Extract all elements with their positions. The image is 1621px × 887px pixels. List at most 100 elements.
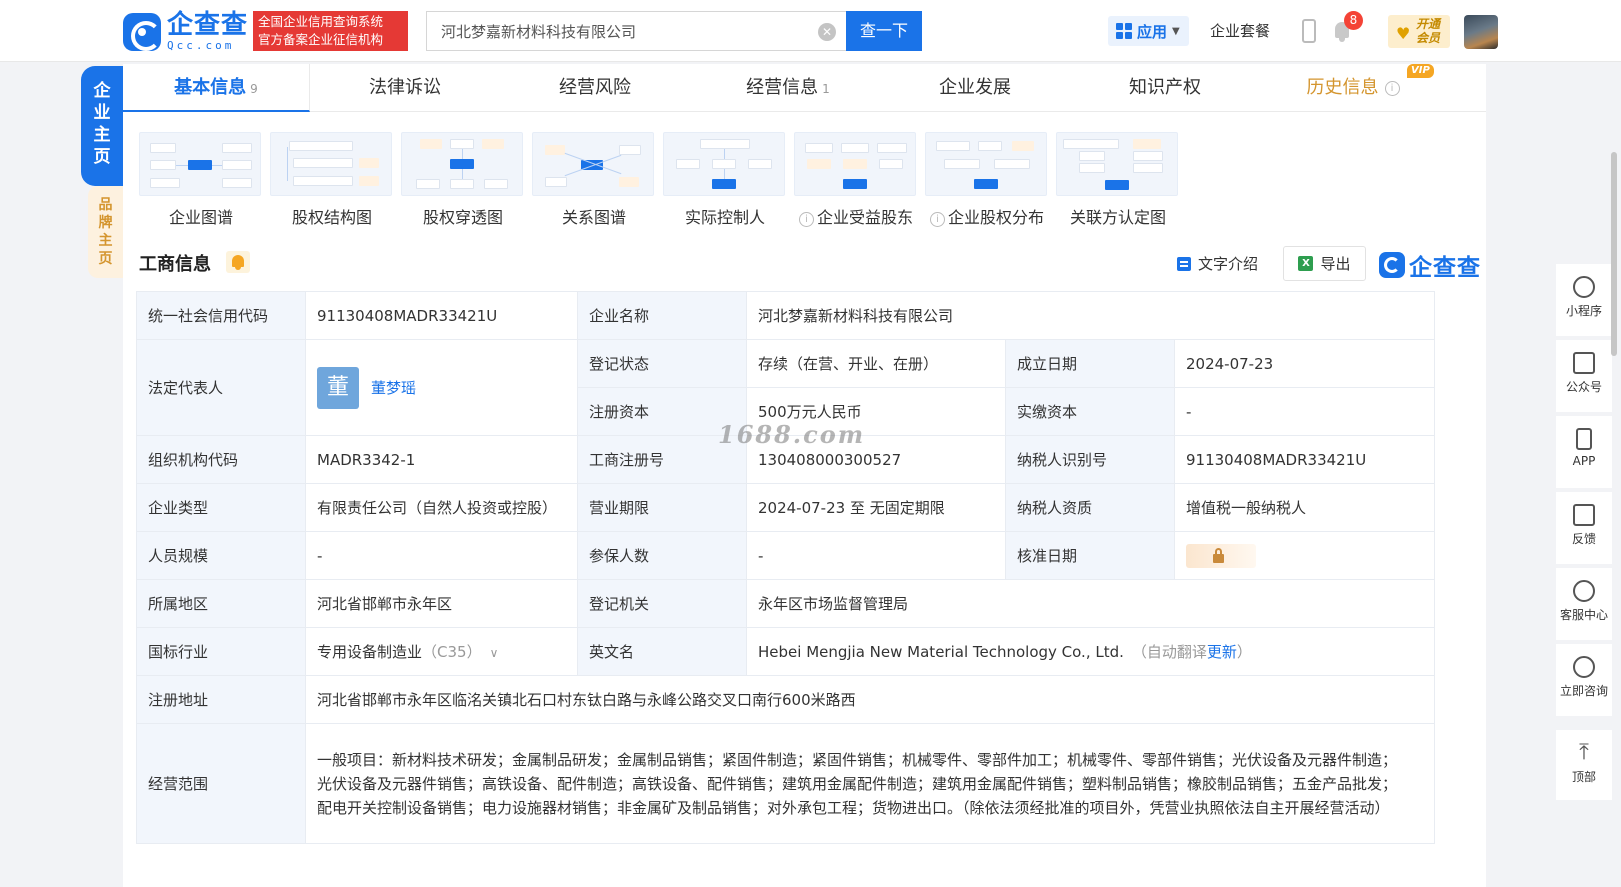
lock-icon[interactable] [1186,543,1256,568]
tab-litigation[interactable]: 法律诉讼 [343,64,467,112]
industry-value[interactable]: 专用设备制造业（C35） ∨ [305,627,578,676]
company-name-label: 企业名称 [577,291,747,340]
approve-date-value [1174,531,1435,580]
customer-service-button[interactable]: 客服中心 [1556,568,1612,640]
tab-count: 9 [250,82,258,96]
enterprise-suite-link[interactable]: 企业套餐 [1210,20,1270,41]
staff-label: 人员规模 [136,531,306,580]
graph-equity-distribution[interactable]: i 企业股权分布 [925,132,1049,228]
consult-button[interactable]: 立即咨询 [1556,644,1612,716]
graph-label: 企业图谱 [168,208,233,227]
slogan-line-1: 全国企业信用查询系统 [258,14,384,29]
logo-icon [123,12,161,51]
mobile-icon [1576,428,1592,450]
legal-rep-avatar[interactable]: 董 [317,366,359,409]
tab-char: 品 [98,197,113,213]
scope-line: 配电开关控制设备销售；电力设施器材销售；非金属矿及制品销售；对外承包工程；货物进… [317,798,1390,817]
search-input[interactable] [427,12,787,50]
tab-operation-info[interactable]: 经营信息 1 [718,64,858,112]
graph-label: 企业受益股东 [816,208,913,227]
region-label: 所属地区 [136,579,306,628]
address-value: 河北省邯郸市永年区临洺关镇北石口村东钛白路与永峰公路交叉口南行600米路西 [305,675,1435,724]
site-logo[interactable]: 企查查 Qcc.com [123,12,248,51]
export-label: 导出 [1320,255,1351,273]
tax-qual-label: 纳税人资质 [1005,483,1175,532]
graph-label-wrap: i 企业股权分布 [925,204,1049,228]
update-translation-link[interactable]: 更新 [1207,643,1237,661]
graph-thumbnail [1056,132,1178,196]
term-label: 营业期限 [577,483,747,532]
slogan-line-2: 官方备案企业征信机构 [258,32,384,47]
credit-code-label: 统一社会信用代码 [136,291,306,340]
graph-equity-structure[interactable]: 股权结构图 [270,132,394,228]
company-name-value: 河北梦嘉新材料科技有限公司 [746,291,1435,340]
industry-text: 专用设备制造业 [317,643,423,661]
legal-rep-link[interactable]: 董梦瑶 [371,377,416,398]
apps-menu-button[interactable]: 应用 ▼ [1108,16,1189,46]
tab-ip[interactable]: 知识产权 [1103,64,1227,112]
mini-program-button[interactable]: 小程序 [1556,264,1612,336]
back-to-top-button[interactable]: ⤒ 顶部 [1556,730,1612,800]
industry-code: （C35） [422,643,482,661]
search-button[interactable]: 查一下 [846,11,922,51]
graph-enterprise[interactable]: 企业图谱 [139,132,263,228]
brand-home-tab[interactable]: 品 牌 主 页 [88,186,123,278]
credit-slogan-badge: 全国企业信用查询系统 官方备案企业征信机构 [253,11,408,51]
section-brand-logo: 企查查 [1379,248,1481,282]
text-intro-button[interactable]: 文字介绍 [1177,253,1258,274]
feedback-button[interactable]: 反馈 [1556,492,1612,564]
business-info-table: 统一社会信用代码 91130408MADR33421U 企业名称 河北梦嘉新材料… [136,291,1435,844]
tab-label: 历史信息 [1306,77,1379,98]
section-title: 工商信息 [139,254,211,275]
tab-label: 经营风险 [559,77,631,98]
user-avatar[interactable] [1464,15,1498,49]
address-label: 注册地址 [136,675,306,724]
graph-label: 股权结构图 [291,208,372,227]
info-tabs: 基本信息 9 法律诉讼 经营风险 经营信息 1 企业发展 知识产权 历史信息 i VI… [123,64,1486,112]
tab-business-risk[interactable]: 经营风险 [533,64,657,112]
en-note-suffix: ） [1236,643,1252,661]
page-scrollbar[interactable] [1611,152,1617,356]
official-account-button[interactable]: 公众号 [1556,340,1612,412]
tab-char: 企 [93,81,111,101]
graph-relationship[interactable]: 关系图谱 [532,132,656,228]
headset-icon [1573,580,1595,602]
graph-actual-controller[interactable]: 实际控制人 [663,132,787,228]
graph-label: 实际控制人 [684,208,765,227]
open-vip-button[interactable]: ♥ 开通 会员 [1388,15,1450,48]
export-button[interactable]: X 导出 [1283,246,1366,281]
tab-history[interactable]: 历史信息 i [1283,64,1423,112]
credit-code-value: 91130408MADR33421U [305,291,578,340]
company-type-value: 有限责任公司（自然人投资或控股） [305,483,578,532]
tab-basic-info[interactable]: 基本信息 9 [123,64,310,112]
graph-beneficial-owners[interactable]: i 企业受益股东 [794,132,918,228]
apps-grid-icon [1116,23,1132,39]
vip-heart-icon: ♥ [1396,24,1411,43]
graph-related-party[interactable]: 关联方认定图 [1056,132,1180,228]
side-tool-label: 顶部 [1571,770,1596,784]
en-note-prefix: （自动翻译 [1131,643,1207,661]
mobile-icon[interactable] [1302,19,1316,43]
document-icon [1177,256,1191,271]
graph-label-wrap: i 企业受益股东 [794,204,918,228]
chat-icon [1573,656,1595,678]
subscribe-bell-icon[interactable] [226,251,250,273]
app-button[interactable]: APP [1556,416,1612,488]
company-home-tab[interactable]: 企 业 主 页 [81,66,123,186]
tab-development[interactable]: 企业发展 [913,64,1037,112]
graph-thumbnail [925,132,1047,196]
insured-value: - [746,531,1006,580]
taxpayer-id-value: 91130408MADR33421U [1174,435,1435,484]
en-name-value: Hebei Mengjia New Material Technology Co… [746,627,1435,676]
taxpayer-id-label: 纳税人识别号 [1005,435,1175,484]
tab-label: 经营信息 [746,77,819,98]
tab-label: 知识产权 [1129,77,1201,98]
graph-equity-penetration[interactable]: 股权穿透图 [401,132,525,228]
clear-icon[interactable]: ✕ [818,23,836,41]
logo-text-cn: 企查查 [167,10,249,40]
graph-label: 关联方认定图 [1069,208,1166,227]
tab-label: 基本信息 [174,77,247,98]
vip-line-1: 开通 [1416,17,1441,31]
chevron-down-icon[interactable]: ∨ [490,646,499,660]
side-tool-label: 公众号 [1565,380,1602,394]
